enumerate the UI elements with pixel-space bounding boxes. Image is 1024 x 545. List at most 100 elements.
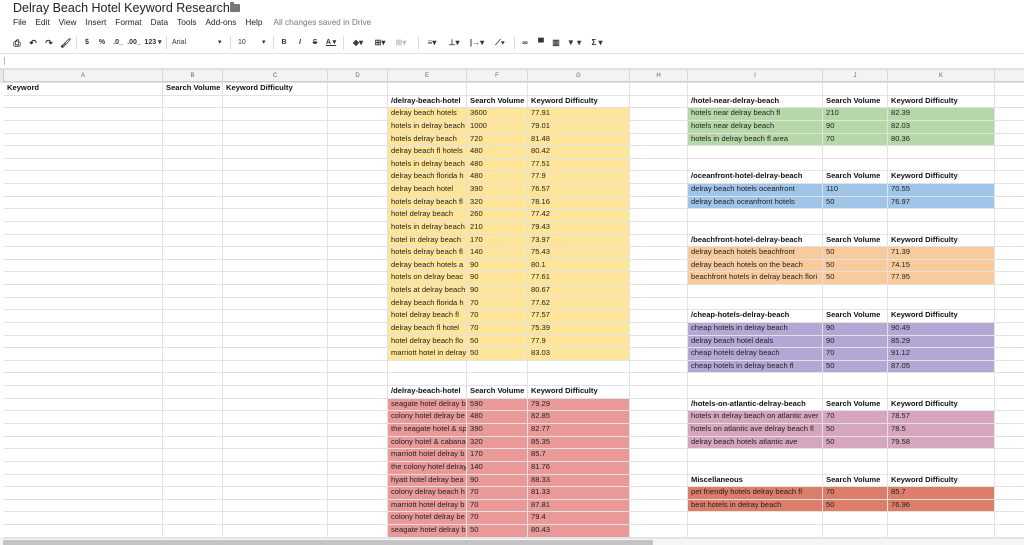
search-volume-cell[interactable]: 90 xyxy=(467,284,528,297)
keyword-cell[interactable]: delray beach hotels a xyxy=(388,259,467,272)
table-header-keyword-difficulty[interactable]: Keyword Difficulty xyxy=(888,95,995,108)
keyword-difficulty-cell[interactable]: 79.01 xyxy=(528,120,630,133)
keyword-difficulty-cell[interactable]: 75.43 xyxy=(528,246,630,259)
search-volume-cell[interactable]: 720 xyxy=(467,133,528,146)
search-volume-cell[interactable]: 390 xyxy=(467,423,528,436)
keyword-cell[interactable]: delray beach hotel xyxy=(388,183,467,196)
column-header-c[interactable]: C xyxy=(223,70,328,82)
text-rotation-icon[interactable]: ⟋▾ xyxy=(492,38,508,48)
table-header-search-volume[interactable]: Search Volume xyxy=(467,385,528,398)
keyword-cell[interactable]: delray beach hotels beachfront xyxy=(688,246,823,259)
menu-view[interactable]: View xyxy=(59,17,77,30)
keyword-cell[interactable]: hotels at delray beach xyxy=(388,284,467,297)
redo-icon[interactable]: ↷ xyxy=(44,38,54,48)
keyword-cell[interactable]: hotels delray beach fl xyxy=(388,196,467,209)
menu-help[interactable]: Help xyxy=(245,17,262,30)
search-volume-cell[interactable]: 70 xyxy=(467,297,528,310)
table-title[interactable]: Miscellaneous xyxy=(688,474,823,487)
keyword-difficulty-cell[interactable]: 88.33 xyxy=(528,474,630,487)
table-title[interactable]: /hotel-near-delray-beach xyxy=(688,95,823,108)
column-header-l[interactable]: L xyxy=(995,70,1024,82)
search-volume-cell[interactable]: 90 xyxy=(823,120,888,133)
search-volume-cell[interactable]: 320 xyxy=(467,436,528,449)
keyword-difficulty-cell[interactable]: 81.76 xyxy=(528,461,630,474)
search-volume-cell[interactable]: 70 xyxy=(467,511,528,524)
table-header-keyword-difficulty[interactable]: Keyword Difficulty xyxy=(528,95,630,108)
menu-addons[interactable]: Add-ons xyxy=(205,17,236,30)
folder-icon[interactable] xyxy=(230,2,240,12)
keyword-cell[interactable]: marriott hotel delray b xyxy=(388,448,467,461)
search-volume-cell[interactable]: 50 xyxy=(823,436,888,449)
keyword-cell[interactable]: delray beach hotels oceanfront xyxy=(688,183,823,196)
functions-icon[interactable]: Σ ▾ xyxy=(589,38,605,48)
keyword-difficulty-cell[interactable]: 82.03 xyxy=(888,120,995,133)
keyword-cell[interactable]: cheap hotels in delray beach fl xyxy=(688,360,823,373)
search-volume-cell[interactable]: 260 xyxy=(467,208,528,221)
column-header-d[interactable]: D xyxy=(328,70,388,82)
keyword-difficulty-cell[interactable]: 77.57 xyxy=(528,309,630,322)
keyword-cell[interactable]: hotels in delray beach on atlantic aver xyxy=(688,410,823,423)
search-volume-cell[interactable]: 70 xyxy=(823,486,888,499)
column-header-g[interactable]: G xyxy=(528,70,630,82)
search-volume-cell[interactable]: 70 xyxy=(823,133,888,146)
table-title[interactable]: /delray-beach-hotel xyxy=(388,385,467,398)
keyword-difficulty-cell[interactable]: 80.42 xyxy=(528,145,630,158)
table-title[interactable]: /hotels-on-atlantic-delray-beach xyxy=(688,398,823,411)
keyword-cell[interactable]: hotels in delray beach xyxy=(388,221,467,234)
vertical-align-icon[interactable]: ⊥▾ xyxy=(446,38,462,48)
keyword-cell[interactable]: hotels delray beach fl xyxy=(388,246,467,259)
search-volume-cell[interactable]: 140 xyxy=(467,461,528,474)
table-title[interactable]: /beachfront-hotel-delray-beach xyxy=(688,234,823,247)
keyword-difficulty-cell[interactable]: 70.55 xyxy=(888,183,995,196)
decrease-decimals-button[interactable]: .0_ xyxy=(112,38,124,48)
table-header-search-volume[interactable]: Search Volume xyxy=(823,398,888,411)
keyword-cell[interactable]: the seagate hotel & sp xyxy=(388,423,467,436)
keyword-difficulty-cell[interactable]: 87.81 xyxy=(528,499,630,512)
keyword-cell[interactable]: hotels in delray beach xyxy=(388,120,467,133)
keyword-cell[interactable]: hotels on delray beac xyxy=(388,271,467,284)
keyword-difficulty-cell[interactable]: 78.5 xyxy=(888,423,995,436)
keyword-cell[interactable]: hotels delray beach xyxy=(388,133,467,146)
table-header-search-volume[interactable]: Search Volume xyxy=(467,95,528,108)
keyword-cell[interactable]: hotels on atlantic ave delray beach fl xyxy=(688,423,823,436)
search-volume-cell[interactable]: 90 xyxy=(467,271,528,284)
keyword-difficulty-cell[interactable]: 83.03 xyxy=(528,347,630,360)
font-family-select[interactable]: Arial ▾ xyxy=(172,38,224,48)
search-volume-cell[interactable]: 480 xyxy=(467,170,528,183)
table-header-keyword-difficulty[interactable]: Keyword Difficulty xyxy=(888,398,995,411)
table-header-keyword-difficulty[interactable]: Keyword Difficulty xyxy=(528,385,630,398)
keyword-difficulty-cell[interactable]: 77.9 xyxy=(528,170,630,183)
italic-button[interactable]: I xyxy=(296,38,304,48)
table-header-search-volume[interactable]: Search Volume xyxy=(823,474,888,487)
keyword-cell[interactable]: hotels in delray beach fl area xyxy=(688,133,823,146)
table-header-search-volume[interactable]: Search Volume xyxy=(823,234,888,247)
search-volume-cell[interactable]: 170 xyxy=(467,448,528,461)
keyword-cell[interactable]: beachfront hotels in delray beach flori xyxy=(688,271,823,284)
keyword-difficulty-cell[interactable]: 85.7 xyxy=(528,448,630,461)
filter-icon[interactable]: ▼ ▾ xyxy=(566,38,582,48)
table-header-search-volume[interactable]: Search Volume xyxy=(823,95,888,108)
search-volume-cell[interactable]: 140 xyxy=(467,246,528,259)
table-title[interactable]: /delray-beach-hotel xyxy=(388,95,467,108)
column-header-a[interactable]: A xyxy=(4,70,163,82)
bold-button[interactable]: B xyxy=(280,38,288,48)
keyword-cell[interactable]: pet friendly hotels delray beach fl xyxy=(688,486,823,499)
search-volume-cell[interactable]: 50 xyxy=(467,524,528,537)
strikethrough-button[interactable]: S xyxy=(311,38,319,48)
keyword-cell[interactable]: delray beach florida h xyxy=(388,297,467,310)
table-header-search-volume[interactable]: Search Volume xyxy=(823,309,888,322)
keyword-cell[interactable]: delray beach fl hotels xyxy=(388,145,467,158)
search-volume-cell[interactable]: 3600 xyxy=(467,107,528,120)
keyword-difficulty-cell[interactable]: 77.9 xyxy=(528,335,630,348)
search-volume-cell[interactable]: 480 xyxy=(467,145,528,158)
keyword-difficulty-cell[interactable]: 81.33 xyxy=(528,486,630,499)
table-header-keyword-difficulty[interactable]: Keyword Difficulty xyxy=(888,309,995,322)
keyword-difficulty-cell[interactable]: 77.51 xyxy=(528,158,630,171)
keyword-cell[interactable]: cheap hotels in delray beach xyxy=(688,322,823,335)
more-formats-button[interactable]: 123 ▾ xyxy=(143,38,163,48)
keyword-difficulty-cell[interactable]: 75.39 xyxy=(528,322,630,335)
column-header-f[interactable]: F xyxy=(467,70,528,82)
search-volume-cell[interactable]: 590 xyxy=(467,398,528,411)
menu-tools[interactable]: Tools xyxy=(177,17,196,30)
search-volume-cell[interactable]: 50 xyxy=(823,196,888,209)
